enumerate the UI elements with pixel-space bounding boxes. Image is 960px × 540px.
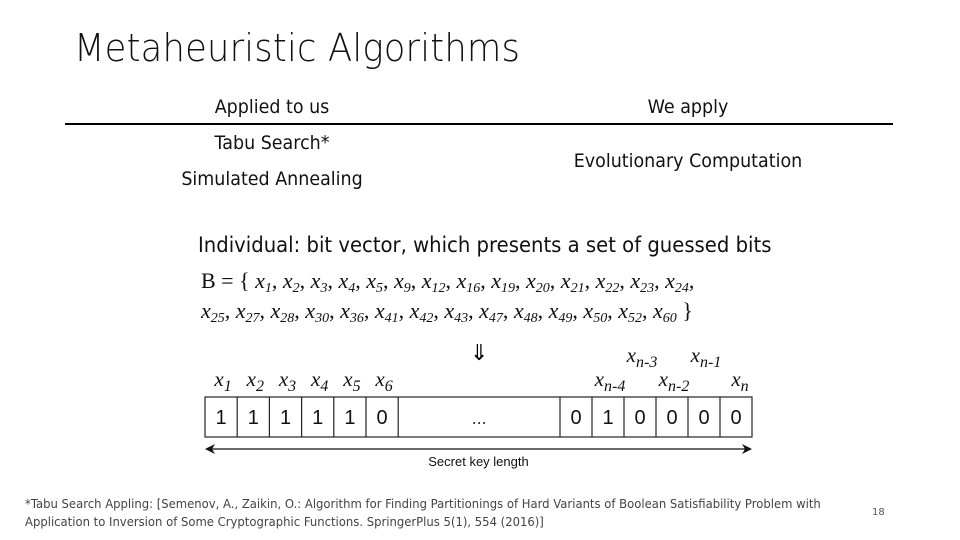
bit-cell-value: 0	[666, 407, 677, 429]
bit-cell-value: 1	[216, 407, 227, 429]
bit-ellipsis: ...	[472, 408, 487, 428]
secret-key-length-label: Secret key length	[428, 454, 528, 469]
bit-cell-value: 1	[344, 407, 355, 429]
bit-index-label: x2	[246, 367, 264, 395]
bit-index-label: xn-4	[594, 367, 626, 395]
footnote-line-1: *Tabu Search Appling: [Semenov, A., Zaik…	[25, 496, 821, 511]
bit-index-label: x5	[342, 367, 360, 395]
bit-index-label: x1	[213, 367, 231, 395]
label-subscript: n-4	[604, 378, 625, 395]
label-subscript: 3	[287, 378, 296, 395]
slide-number: 18	[872, 507, 885, 518]
bit-cell-value: 1	[312, 407, 323, 429]
label-subscript: n-2	[668, 378, 689, 395]
bit-index-label: x6	[374, 367, 392, 395]
footnote-citation: *Tabu Search Appling: [Semenov, A., Zaik…	[25, 495, 821, 531]
label-subscript: 5	[353, 378, 361, 395]
label-subscript: 6	[385, 378, 393, 395]
bit-index-label: x4	[310, 367, 328, 395]
bit-cell-value: 0	[730, 407, 741, 429]
bit-index-label: xn-2	[658, 367, 690, 395]
bit-cell-value: 0	[634, 407, 645, 429]
bit-cell-value: 0	[698, 407, 709, 429]
bit-cell-value: 0	[377, 407, 388, 429]
bit-cell-value: 1	[280, 407, 291, 429]
label-subscript: n-1	[700, 354, 721, 371]
bit-cell-value: 1	[248, 407, 259, 429]
label-subscript: 4	[320, 378, 328, 395]
bit-cell-value: 0	[570, 407, 581, 429]
bit-index-label: xn-3	[626, 343, 658, 371]
label-subscript: n	[741, 378, 749, 395]
bit-index-label: x3	[278, 367, 296, 395]
footnote-line-2: Application to Inversion of Some Cryptog…	[25, 514, 544, 529]
bit-index-label: xn	[730, 367, 748, 395]
label-subscript: 1	[224, 378, 232, 395]
label-subscript: 2	[256, 378, 264, 395]
bit-vector-diagram: 1 1 1 1 1 0... 0 1 0 0 0 0x1 x2 x3 x4 x5 x6 xn-4xn-3xn-2x…	[204, 343, 753, 469]
bit-cell-value: 1	[602, 407, 613, 429]
bit-index-label: xn-1	[690, 343, 722, 371]
label-subscript: n-3	[636, 354, 657, 371]
